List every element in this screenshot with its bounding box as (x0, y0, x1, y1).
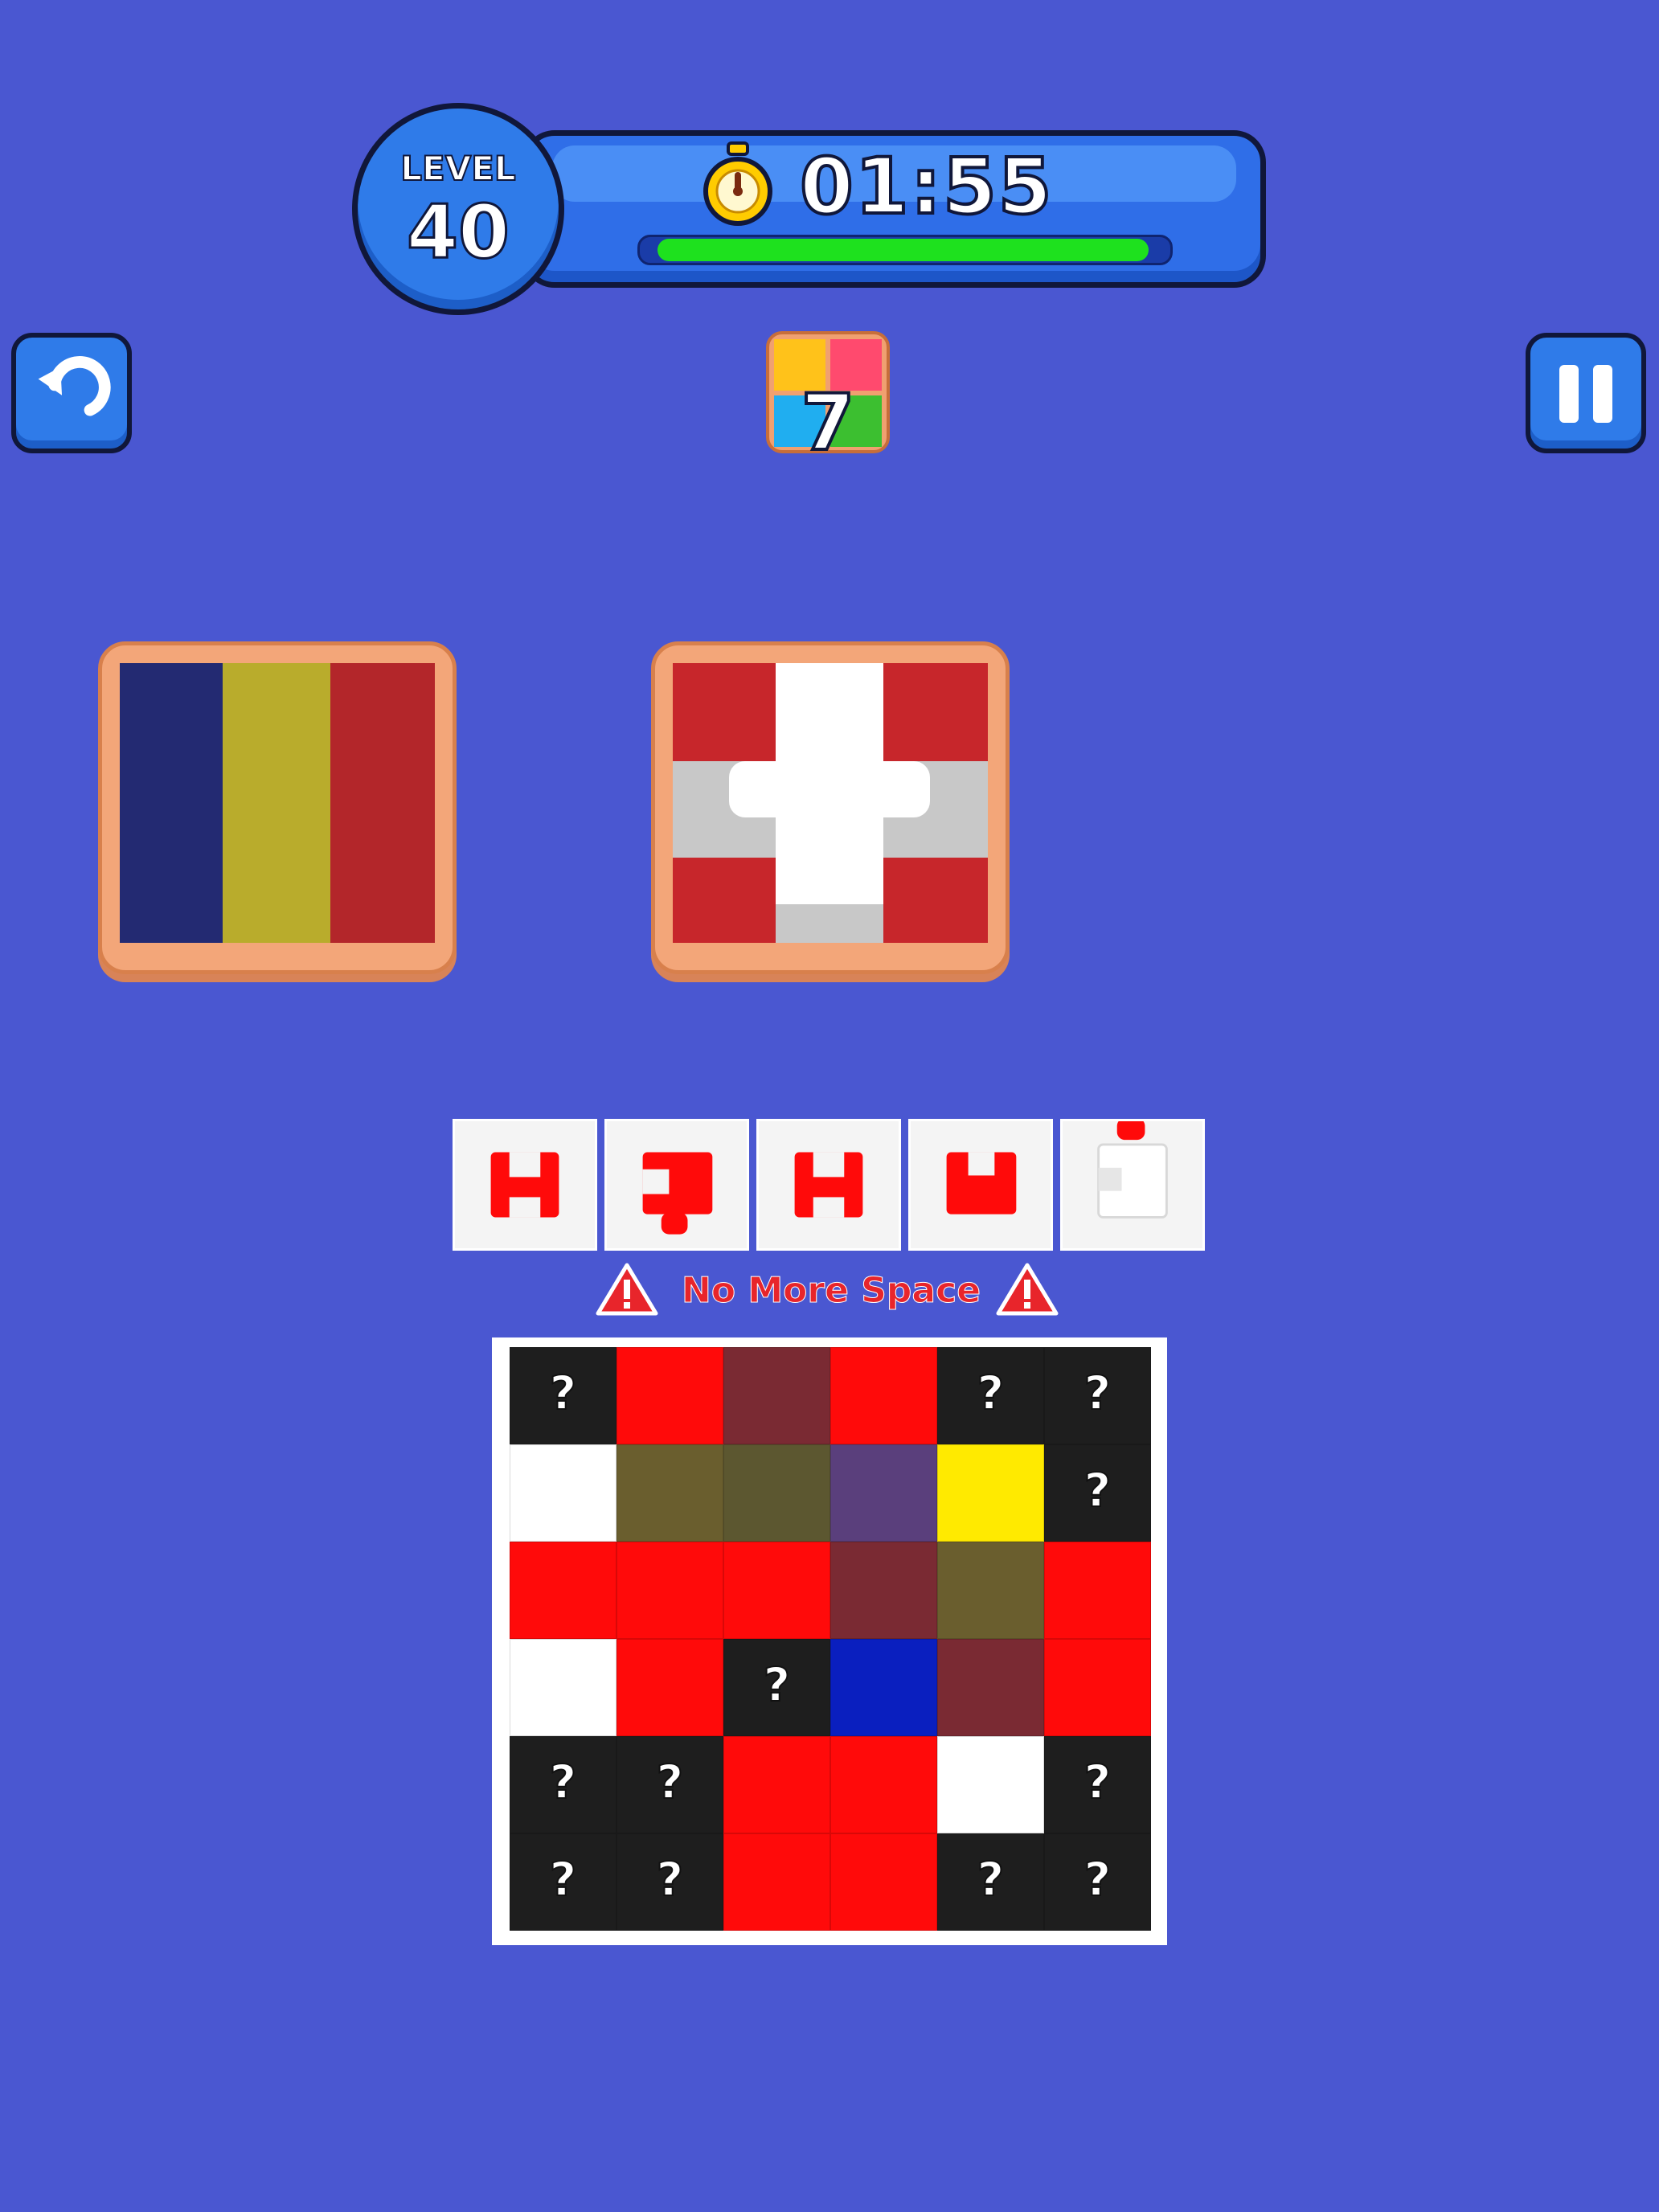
board-cell[interactable] (723, 1833, 830, 1931)
board-cell[interactable] (830, 1736, 937, 1833)
board-cell[interactable] (510, 1444, 616, 1542)
hidden-piece-question-mark: ? (1083, 1754, 1112, 1810)
board-cell[interactable] (830, 1347, 937, 1444)
hidden-piece-question-mark: ? (977, 1851, 1006, 1907)
board-cell[interactable] (616, 1347, 723, 1444)
flag-romania (120, 663, 435, 943)
puzzle-board: ???????????? (492, 1337, 1167, 1945)
hidden-piece-question-mark: ? (1083, 1462, 1112, 1518)
board-cell[interactable] (616, 1542, 723, 1639)
cup-piece-icon (946, 1152, 1017, 1215)
tray-slot-3[interactable] (756, 1119, 901, 1251)
tray-slot-1[interactable] (453, 1119, 597, 1251)
no-space-warning: No More Space (595, 1262, 1061, 1318)
pause-button[interactable] (1526, 333, 1646, 453)
board-cell[interactable] (1044, 1639, 1151, 1736)
board-cell[interactable]: ? (937, 1833, 1044, 1931)
board-cell[interactable] (937, 1639, 1044, 1736)
hidden-piece-question-mark: ? (549, 1754, 578, 1810)
corner-piece-icon (642, 1152, 713, 1235)
board-cell[interactable] (723, 1444, 830, 1542)
hidden-piece-question-mark: ? (656, 1851, 685, 1907)
stopwatch-icon (703, 141, 772, 226)
board-cell[interactable]: ? (510, 1833, 616, 1931)
timer-text: 01:55 (798, 140, 1054, 233)
board-cell[interactable] (830, 1833, 937, 1931)
board-cell[interactable]: ? (510, 1347, 616, 1444)
warning-text: No More Space (681, 1270, 981, 1312)
board-cell[interactable] (937, 1736, 1044, 1833)
time-progress-bar (637, 235, 1173, 265)
time-progress-fill (657, 239, 1149, 261)
level-badge: LEVEL 40 (352, 103, 564, 315)
pause-icon (1559, 365, 1579, 423)
board-cell[interactable] (510, 1639, 616, 1736)
hidden-piece-question-mark: ? (763, 1657, 792, 1713)
board-cell[interactable] (937, 1444, 1044, 1542)
undo-arrow-icon (38, 356, 111, 416)
board-cell[interactable] (616, 1639, 723, 1736)
level-number: 40 (405, 188, 510, 276)
level-label: LEVEL (399, 148, 516, 189)
board-cell[interactable] (1044, 1542, 1151, 1639)
hidden-piece-question-mark: ? (549, 1851, 578, 1907)
hidden-piece-question-mark: ? (549, 1365, 578, 1421)
board-cell[interactable] (723, 1736, 830, 1833)
board-cell[interactable]: ? (616, 1833, 723, 1931)
board-cell[interactable] (510, 1542, 616, 1639)
board-cell[interactable]: ? (937, 1347, 1044, 1444)
hidden-piece-question-mark: ? (1083, 1851, 1112, 1907)
board-cell[interactable] (830, 1542, 937, 1639)
board-cell[interactable]: ? (510, 1736, 616, 1833)
h-piece-icon (794, 1152, 863, 1218)
board-cell[interactable] (937, 1542, 1044, 1639)
flag-switzerland (673, 663, 988, 943)
board-cell[interactable] (830, 1444, 937, 1542)
tray-slot-2[interactable] (604, 1119, 749, 1251)
undo-button[interactable] (11, 333, 132, 453)
board-cell[interactable]: ? (1044, 1347, 1151, 1444)
hidden-piece-question-mark: ? (977, 1365, 1006, 1421)
target-flag-romania (98, 641, 457, 974)
hidden-piece-question-mark: ? (656, 1754, 685, 1810)
board-cell[interactable] (723, 1542, 830, 1639)
board-cell[interactable]: ? (723, 1639, 830, 1736)
warning-icon (996, 1263, 1059, 1316)
board-cell[interactable]: ? (1044, 1833, 1151, 1931)
tray-slot-4[interactable] (908, 1119, 1053, 1251)
hidden-piece-question-mark: ? (1083, 1365, 1112, 1421)
board-cell[interactable]: ? (616, 1736, 723, 1833)
target-flag-switzerland (651, 641, 1010, 974)
board-cell[interactable] (723, 1347, 830, 1444)
board-cell[interactable]: ? (1044, 1444, 1151, 1542)
board-cell[interactable] (616, 1444, 723, 1542)
tray-slot-5[interactable] (1060, 1118, 1205, 1251)
board-cell[interactable] (830, 1639, 937, 1736)
h-piece-icon (490, 1152, 559, 1218)
warning-icon (596, 1263, 658, 1316)
white-piece-icon (1097, 1118, 1168, 1219)
puzzle-count: 7 (800, 376, 857, 469)
board-cell[interactable]: ? (1044, 1736, 1151, 1833)
